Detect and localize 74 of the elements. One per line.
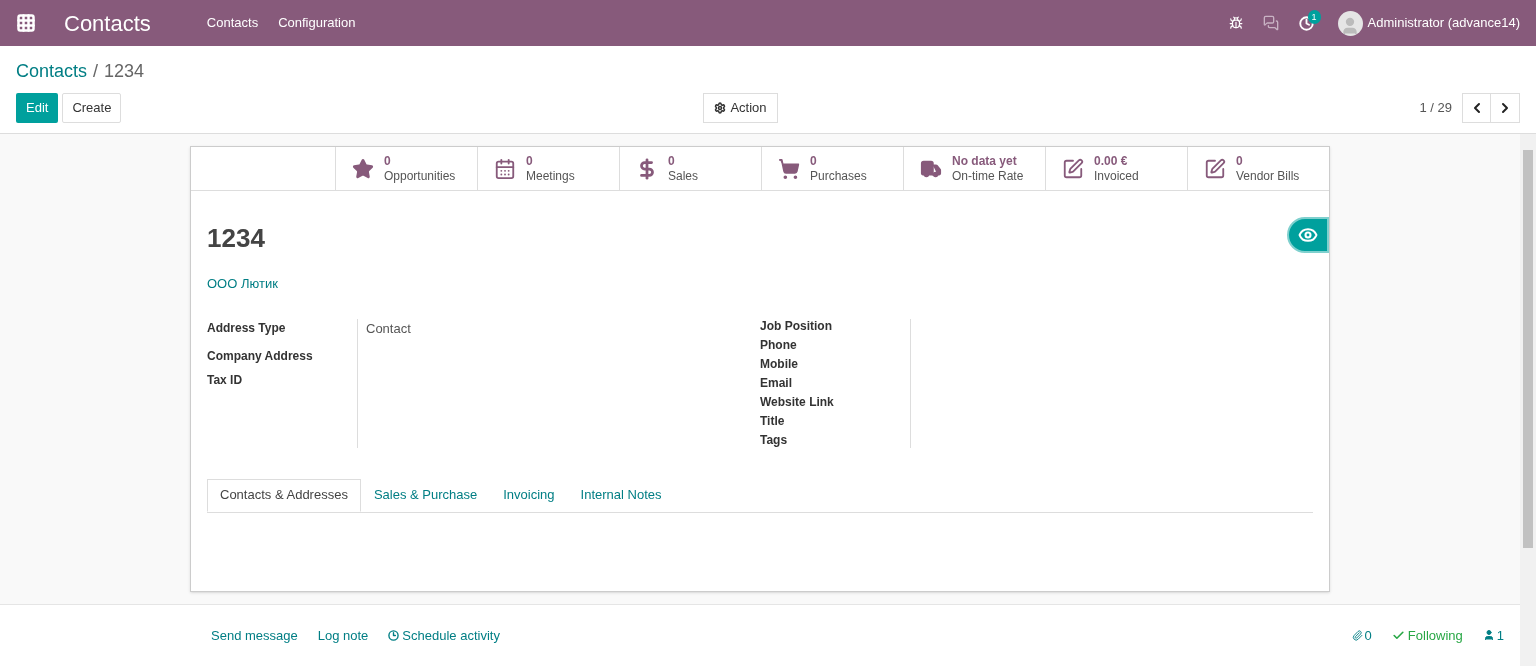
- company-link[interactable]: ООО Лютик: [207, 274, 1313, 294]
- stat-label: On-time Rate: [952, 168, 1024, 184]
- activity-icon[interactable]: [1298, 15, 1314, 31]
- scrollbar[interactable]: [1520, 134, 1536, 666]
- menu-link[interactable]: Contacts: [206, 13, 259, 33]
- chatter-link[interactable]: Log note: [317, 625, 369, 645]
- stat-value: 0: [384, 153, 392, 169]
- cart-icon: [778, 157, 800, 180]
- stat-button[interactable]: 0 Sales: [619, 147, 761, 190]
- field-value: Contact: [366, 319, 411, 338]
- person-icon: [1482, 629, 1495, 642]
- record-name: 1234: [207, 222, 265, 255]
- notebook-tab[interactable]: Sales & Purchase: [360, 478, 491, 512]
- gear-icon: [714, 102, 727, 114]
- notebook-tab[interactable]: Invoicing: [490, 478, 568, 512]
- attachments-button[interactable]: 0: [1351, 625, 1372, 645]
- stat-label: Meetings: [526, 168, 575, 184]
- stat-button[interactable]: 0.00 € Invoiced: [1045, 147, 1187, 190]
- chatter-link[interactable]: Send message: [211, 625, 298, 645]
- breadcrumb-link[interactable]: Contacts: [16, 58, 88, 85]
- breadcrumb-separator: /: [93, 60, 99, 83]
- stat-value: 0.00 €: [1094, 153, 1129, 169]
- stat-label: Vendor Bills: [1236, 168, 1300, 184]
- calendar-icon: [494, 157, 516, 180]
- stat-label: Sales: [668, 168, 699, 184]
- app-title: Contacts: [64, 9, 151, 38]
- field-label: Email: [760, 375, 793, 391]
- edit-button[interactable]: Edit: [16, 93, 59, 123]
- apps-menu-icon[interactable]: [16, 13, 36, 33]
- bug-icon[interactable]: [1228, 16, 1243, 30]
- stat-label: Purchases: [810, 168, 867, 184]
- breadcrumb-current: 1234: [104, 60, 145, 83]
- stat-button[interactable]: 0 Meetings: [477, 147, 619, 190]
- field-label: Tags: [760, 432, 789, 448]
- field-label: Website Link: [760, 394, 835, 410]
- field-label: Tax ID: [207, 371, 244, 389]
- field-label: Title: [760, 413, 786, 429]
- notebook-tab[interactable]: Contacts & Addresses: [207, 478, 361, 512]
- followers-button[interactable]: 1: [1482, 625, 1504, 645]
- stat-value: 0: [668, 153, 676, 169]
- eye-icon: [1298, 225, 1318, 245]
- clock-icon: [388, 629, 400, 641]
- notebook-tab[interactable]: Internal Notes: [567, 478, 675, 512]
- field-label: Company Address: [207, 347, 314, 365]
- field-label: Phone: [760, 337, 798, 353]
- preview-toggle-button[interactable]: [1287, 217, 1329, 253]
- stat-value: 0: [1236, 153, 1244, 169]
- paperclip-icon: [1351, 629, 1363, 641]
- stat-button[interactable]: 0 Opportunities: [335, 147, 477, 190]
- star-icon: [352, 157, 374, 180]
- field-label: Job Position: [760, 318, 833, 334]
- stat-label: Invoiced: [1094, 168, 1139, 184]
- stat-value: 0: [526, 153, 534, 169]
- stat-label: Opportunities: [384, 168, 456, 184]
- field-label: Mobile: [760, 356, 799, 372]
- user-avatar[interactable]: [1337, 10, 1363, 36]
- stat-button[interactable]: No data yet On-time Rate: [903, 147, 1045, 190]
- pen-icon: [1204, 157, 1226, 180]
- pen-icon: [1062, 157, 1084, 180]
- field-label: Address Type: [207, 319, 287, 337]
- stat-value: 0: [810, 153, 818, 169]
- action-button[interactable]: Action: [703, 93, 778, 123]
- pager-value: 1 / 29: [1419, 99, 1452, 118]
- stat-button[interactable]: 0 Vendor Bills: [1187, 147, 1329, 190]
- check-icon: [1391, 628, 1405, 642]
- menu-link[interactable]: Configuration: [278, 13, 356, 33]
- schedule-activity-link[interactable]: Schedule activity: [388, 625, 500, 645]
- create-button[interactable]: Create: [62, 93, 122, 123]
- stat-value: No data yet: [952, 153, 1018, 169]
- stat-button[interactable]: 0 Purchases: [761, 147, 903, 190]
- chat-icon[interactable]: [1262, 15, 1279, 31]
- user-name[interactable]: Administrator (advance14): [1367, 13, 1520, 33]
- activity-count-badge: 1: [1307, 9, 1321, 24]
- following-button[interactable]: Following: [1391, 625, 1463, 645]
